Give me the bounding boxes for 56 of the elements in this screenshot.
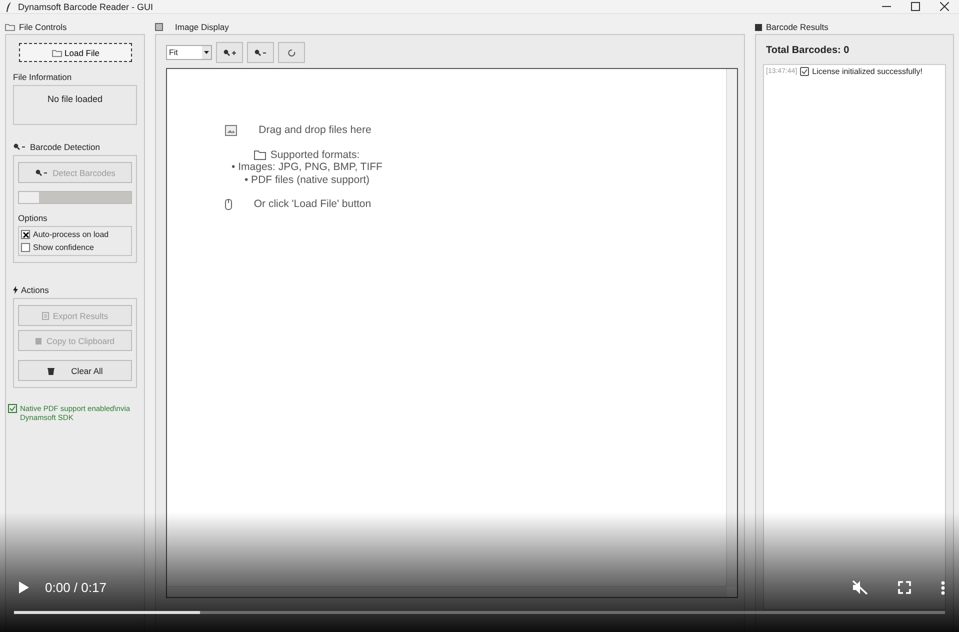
zoom-out-icon [34,168,49,176]
options-label: Options [18,213,48,223]
section-label: Actions [21,285,49,295]
clipboard-icon [35,336,42,344]
horizontal-scrollbar[interactable] [167,586,727,597]
vertical-scrollbar[interactable] [726,69,737,587]
total-barcodes: Total Barcodes: 0 [766,45,850,56]
folder-icon [254,150,266,160]
zoom-in-button[interactable] [216,42,243,63]
hint-text: • PDF files (native support) [244,174,370,186]
checkbox[interactable] [21,243,30,252]
refresh-icon [288,48,296,56]
load-file-button[interactable]: Load File [19,43,132,62]
file-info-text: No file loaded [47,94,103,106]
caret-icon [202,46,211,59]
checkbox-label: Auto-process on load [33,230,109,239]
video-time: 0:00 / 0:17 [45,580,106,595]
more-icon[interactable] [941,580,945,594]
action-button[interactable]: Clear All [18,360,132,381]
muted-speaker-icon[interactable] [852,580,868,595]
zoom-out-icon [13,143,27,151]
reset-button[interactable] [278,42,305,63]
mouse-icon [224,198,232,210]
checkmark-icon [800,67,810,76]
window-title: Dynamsoft Barcode Reader - GUI [18,2,154,12]
zoom-out-button[interactable] [247,42,274,63]
fullscreen-icon[interactable] [898,581,911,594]
checkbox-label: Show confidence [33,243,94,252]
document-icon [42,312,49,320]
hint-text: Or click 'Load File' button [254,198,372,210]
play-icon[interactable] [18,581,30,594]
minimize-icon[interactable] [882,6,891,8]
folder-icon [5,23,15,31]
zoom-out-icon [254,48,268,56]
hint-text: • Images: JPG, PNG, BMP, TIFF [232,161,382,174]
image-icon [224,124,237,136]
image-icon [155,23,163,31]
zoom-in-icon [222,48,236,56]
folder-icon [52,48,62,56]
close-icon[interactable] [940,2,949,11]
maximize-icon[interactable] [911,2,920,11]
checkbox[interactable] [21,230,30,239]
panel-title: Image Display [175,22,229,32]
trash-icon [47,366,56,374]
hint-text: Drag and drop files here [258,124,372,136]
log-message: License initialized successfully! [812,67,922,76]
checkmark-icon [8,404,17,413]
lightning-icon [13,286,18,294]
feather-icon [6,2,12,12]
section-label: Barcode Detection [30,142,100,152]
video-progress-bar[interactable] [14,611,945,614]
zoom-select[interactable]: Fit [166,45,212,60]
panel-title: Barcode Results [766,22,828,32]
panel-title: File Controls [19,22,67,32]
hint-text: Supported formats: [270,148,360,161]
section-label: File Information [13,72,72,82]
